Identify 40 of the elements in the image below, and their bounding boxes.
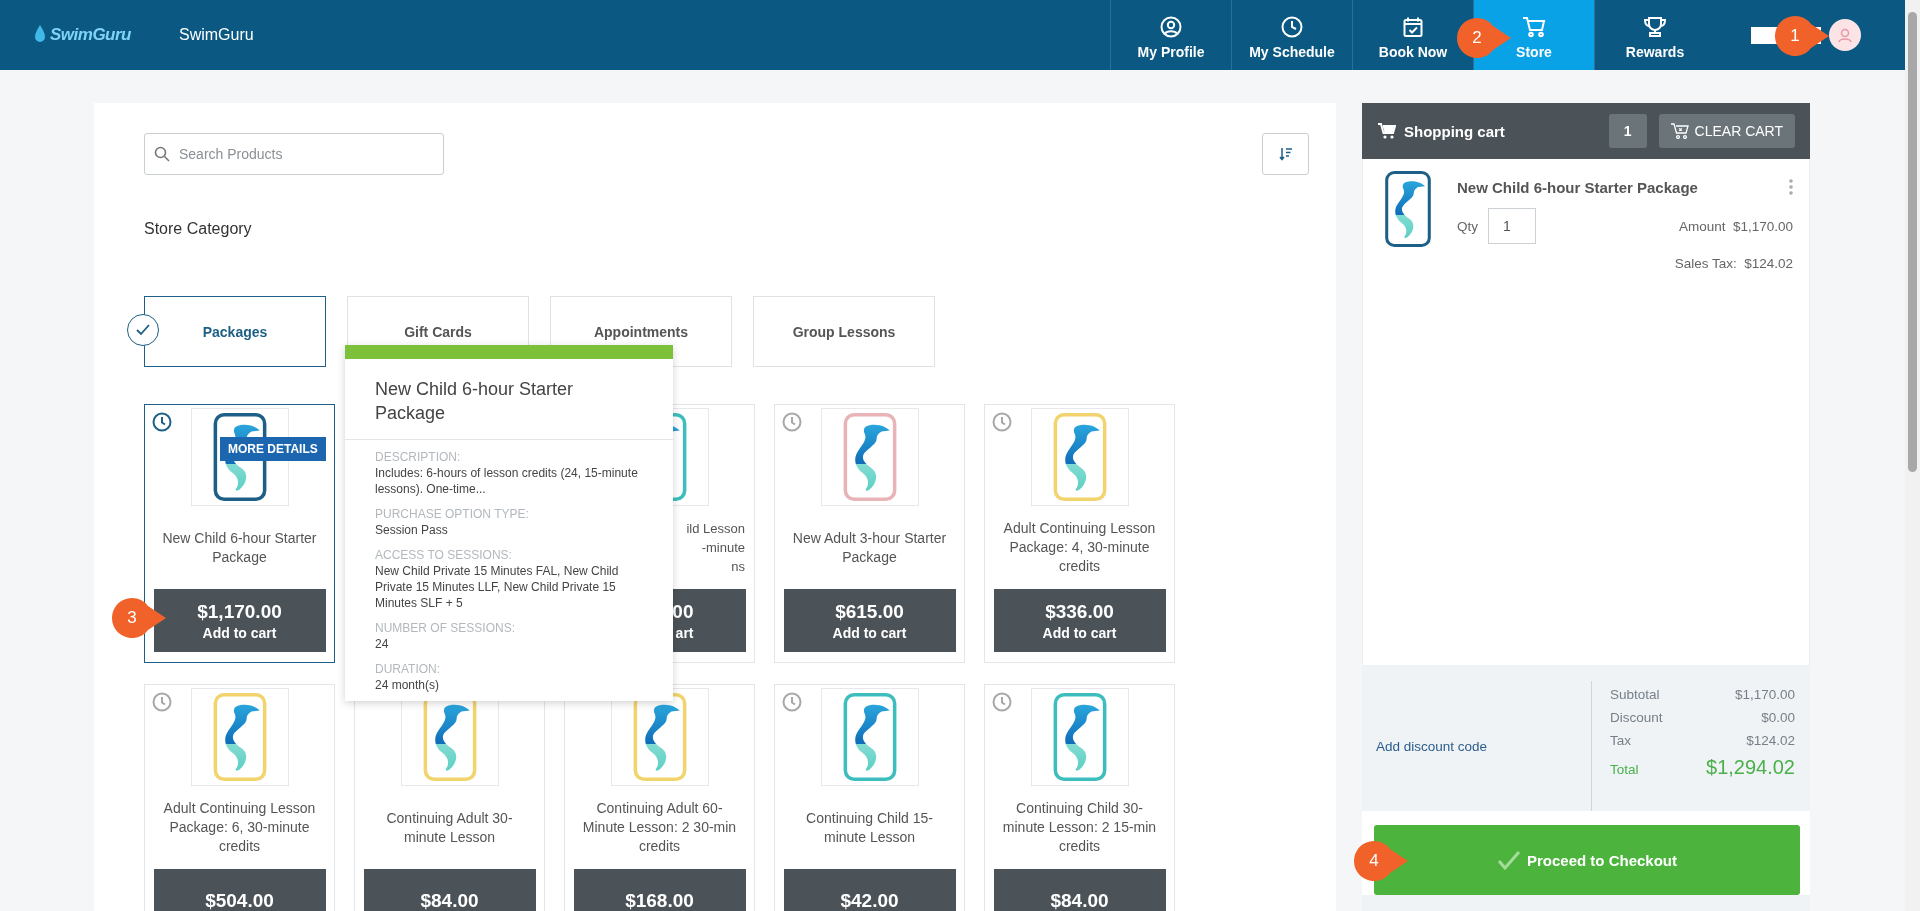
cart-title: Shopping cart [1404, 122, 1506, 140]
detail-label: NUMBER OF SESSIONS: [375, 620, 517, 636]
product-title: Continuing Adult 60-Minute Lesson: 2 30-min credits [581, 799, 738, 856]
popup-title: New Child 6-hour Starter Package [345, 359, 673, 440]
sales-tax-text: Sales Tax: $124.02 [1673, 256, 1793, 271]
detail-label: DESCRIPTION: [375, 449, 462, 465]
amount-text: Amount $1,170.00 [1678, 218, 1793, 234]
summary-value: $1,294.02 [1706, 756, 1795, 779]
item-count: 1 [1608, 114, 1647, 148]
section-heading: Store Category [143, 219, 253, 239]
cart-item-name: New Child 6-hour Starter Package [1457, 179, 1698, 196]
detail-label: ACCESS TO SESSIONS: [375, 547, 513, 563]
detail-label: DURATION: [375, 661, 442, 677]
detail-value: 24 [375, 636, 390, 652]
summary-value: $124.02 [1746, 733, 1795, 748]
callout-tooltip: 3 [112, 598, 166, 638]
product-title: Continuing Adult 30-minute Lesson [385, 808, 514, 847]
detail-value: 24 month(s) [375, 677, 441, 693]
product-title: Adult Continuing Lesson Package: 6, 30-minute credits [162, 799, 317, 856]
summary-label: Discount [1610, 710, 1663, 725]
product-title: New Adult 3-hour Starter Package [791, 528, 948, 567]
summary-label: Tax [1610, 733, 1631, 748]
detail-value: New Child Private 15 Minutes FAL, New Child Private 15 Minutes LLF, New Child Private 15 Minutes SLF + 5 [375, 563, 620, 611]
product-title: ild Lesson -minute ns [686, 520, 745, 576]
summary-value: $1,170.00 [1734, 687, 1795, 702]
product-title: Continuing Child 15-minute Lesson [805, 808, 934, 847]
detail-value: Includes: 6-hours of lesson credits (24, 15-minute lessons). One-time... [375, 465, 639, 497]
detail-label: PURCHASE OPTION TYPE: [375, 506, 530, 522]
product-title: Adult Continuing Lesson Package: 4, 30-minute credits [1002, 519, 1157, 576]
app-name: SwimGuru [178, 25, 254, 45]
callout-tooltip: 1 [1775, 16, 1829, 56]
callout-tooltip: 4 [1354, 841, 1408, 881]
summary-label: Total [1610, 762, 1639, 777]
product-title: Continuing Child 30-minute Lesson: 2 15-min credits [1001, 799, 1158, 856]
callout-tooltip: 2 [1457, 18, 1511, 58]
product-title: New Child 6-hour Starter Package [161, 528, 318, 567]
qty-label: Qty [1457, 218, 1478, 234]
summary-value: $0.00 [1761, 710, 1795, 725]
summary-label: Subtotal [1610, 687, 1660, 702]
detail-value: Session Pass [375, 522, 449, 538]
